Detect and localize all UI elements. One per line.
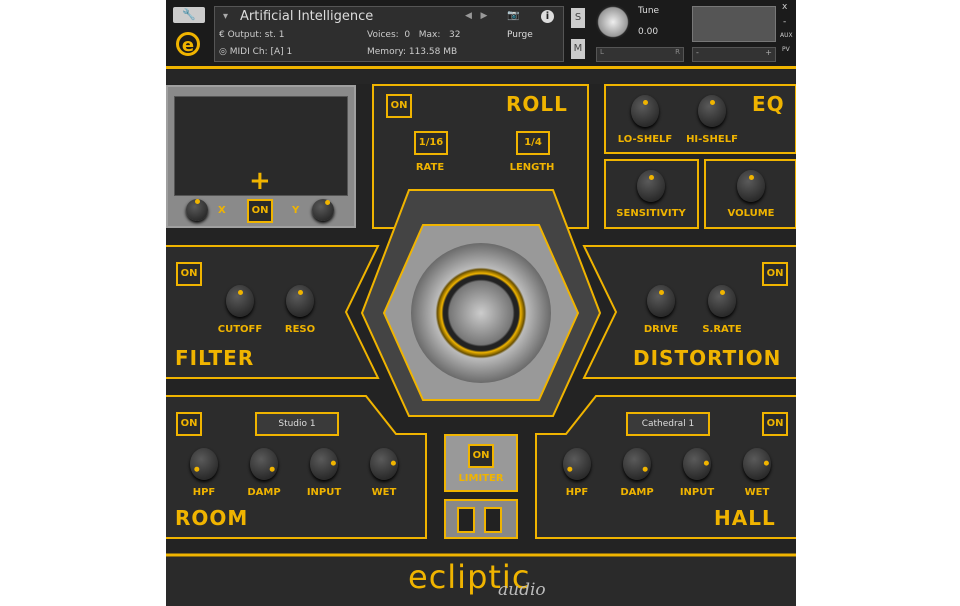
xy-on-button[interactable]: ON xyxy=(247,199,273,223)
hall-on-button[interactable]: ON xyxy=(762,412,788,436)
eq-title: EQ xyxy=(752,92,785,116)
x-knob[interactable] xyxy=(186,198,208,221)
main-knob[interactable] xyxy=(411,243,551,383)
xy-pad[interactable]: + xyxy=(174,96,348,196)
volume-label: VOLUME xyxy=(727,208,775,219)
room-on-button[interactable]: ON xyxy=(176,412,202,436)
hall-input-knob[interactable] xyxy=(683,448,711,480)
roll-title: ROLL xyxy=(506,92,568,116)
roll-rate-button[interactable]: 1/16 xyxy=(414,131,448,155)
filter-title: FILTER xyxy=(175,346,255,370)
room-wet-knob[interactable] xyxy=(370,448,398,480)
volume-knob[interactable] xyxy=(737,170,765,202)
srate-knob[interactable] xyxy=(708,285,736,317)
limiter-meter-panel xyxy=(444,499,518,539)
hall-preset-selector[interactable]: Cathedral 1 xyxy=(626,412,710,436)
roll-length-button[interactable]: 1/4 xyxy=(516,131,550,155)
limiter-on-button[interactable]: ON xyxy=(468,444,494,468)
filter-on-button[interactable]: ON xyxy=(176,262,202,286)
audio-logo: audio xyxy=(498,580,546,600)
meter-right xyxy=(484,507,502,533)
reso-knob[interactable] xyxy=(286,285,314,317)
meter-left xyxy=(457,507,475,533)
x-label: X xyxy=(218,205,226,216)
reso-label: RESO xyxy=(284,324,316,335)
roll-length-label: LENGTH xyxy=(509,162,555,173)
hall-title: HALL xyxy=(714,506,776,530)
hall-damp-knob[interactable] xyxy=(623,448,651,480)
room-preset-selector[interactable]: Studio 1 xyxy=(255,412,339,436)
hall-wet-label: WET xyxy=(744,487,770,498)
lo-shelf-knob[interactable] xyxy=(631,95,659,127)
roll-on-button[interactable]: ON xyxy=(386,94,412,118)
room-hpf-knob[interactable] xyxy=(190,448,218,480)
room-title: ROOM xyxy=(175,506,249,530)
sensitivity-label: SENSITIVITY xyxy=(616,208,686,219)
distortion-title: DISTORTION xyxy=(633,346,782,370)
drive-knob[interactable] xyxy=(647,285,675,317)
cutoff-knob[interactable] xyxy=(226,285,254,317)
hi-shelf-label: HI-SHELF xyxy=(686,134,738,145)
plugin-window: 🔧 e ▾ Artificial Intelligence ◀ ▶ 📷 i € … xyxy=(166,0,796,606)
xy-cursor[interactable]: + xyxy=(249,168,271,194)
limiter-label: LIMITER xyxy=(458,473,504,484)
room-input-knob[interactable] xyxy=(310,448,338,480)
hi-shelf-knob[interactable] xyxy=(698,95,726,127)
roll-rate-label: RATE xyxy=(415,162,445,173)
y-knob[interactable] xyxy=(312,199,334,221)
distortion-on-button[interactable]: ON xyxy=(762,262,788,286)
room-damp-knob[interactable] xyxy=(250,448,278,480)
y-label: Y xyxy=(292,205,300,216)
hall-wet-knob[interactable] xyxy=(743,448,771,480)
room-wet-label: WET xyxy=(371,487,397,498)
sensitivity-knob[interactable] xyxy=(637,170,665,202)
srate-label: S.RATE xyxy=(702,324,742,335)
hall-hpf-knob[interactable] xyxy=(563,448,591,480)
